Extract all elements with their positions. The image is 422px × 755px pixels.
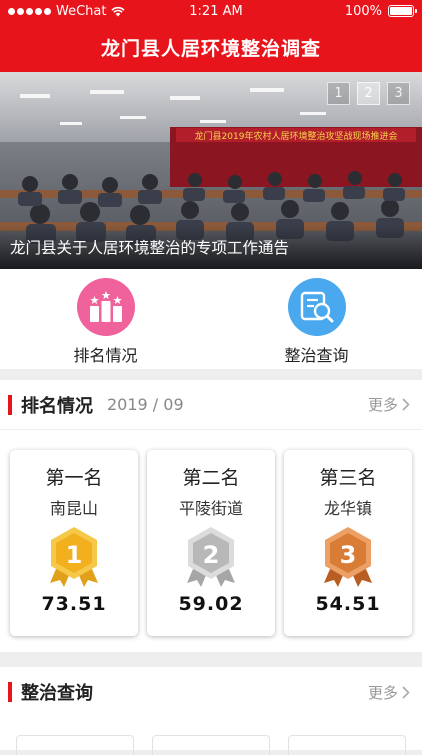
ranking-more-label: 更多: [367, 396, 398, 414]
quick-inquiry-button[interactable]: 整治查询: [211, 269, 422, 369]
pager-dot-2[interactable]: 2: [357, 82, 380, 105]
ranking-header: 排名情况 2019 / 09 更多: [0, 380, 422, 430]
page-title: 龙门县人居环境整治调查: [100, 37, 321, 60]
rank-score: 59.02: [178, 593, 244, 615]
section-accent-bar: [8, 682, 12, 702]
status-bar: WeChat 1:21 AM 100%: [0, 0, 422, 22]
pager-dot-1[interactable]: 1: [327, 82, 350, 105]
battery-icon: [388, 5, 417, 17]
ranking-cards: 第一名 南昆山 1 73.51 第二名 平陵街道 2 59.02 第三名 龙华镇…: [0, 430, 422, 636]
document-search-icon: [287, 278, 346, 336]
wifi-icon: [111, 6, 126, 16]
rank-score: 73.51: [41, 593, 107, 615]
rank-town: 龙华镇: [323, 499, 372, 518]
inquiry-more-label: 更多: [367, 683, 398, 702]
ranking-chart-icon: [76, 278, 135, 336]
medal-digit: 1: [66, 541, 83, 569]
inquiry-section: 整治查询 更多: [0, 667, 422, 755]
pager-dot-3[interactable]: 3: [387, 82, 410, 105]
inquiry-cards: [0, 717, 422, 755]
banner-caption[interactable]: 龙门县关于人居环境整治的专项工作通告: [0, 225, 422, 269]
rank-town: 平陵街道: [178, 499, 243, 518]
medal-digit: 3: [340, 541, 357, 569]
quick-ranking-button[interactable]: 排名情况: [0, 269, 211, 369]
chevron-right-icon: [402, 398, 410, 411]
inquiry-more-link[interactable]: 更多: [368, 682, 410, 703]
rank-card-3[interactable]: 第三名 龙华镇 3 54.51: [284, 450, 412, 636]
rank-title: 第二名: [182, 467, 240, 489]
quick-ranking-label: 排名情况: [73, 346, 138, 365]
ranking-date[interactable]: 2019 / 09: [107, 395, 184, 414]
rank-title: 第三名: [319, 467, 377, 489]
banner-carousel[interactable]: 龙门县2019年农村人居环境整治攻坚战现场推进会 1 2 3 龙门县关于人居环境…: [0, 72, 422, 269]
quick-inquiry-label: 整治查询: [284, 346, 349, 365]
clock: 1:21 AM: [189, 3, 243, 19]
inquiry-card[interactable]: [288, 735, 406, 755]
ranking-more-link[interactable]: 更多: [368, 394, 410, 415]
section-accent-bar: [8, 394, 12, 415]
rank-town: 南昆山: [49, 499, 98, 518]
carousel-pager: 1 2 3: [327, 82, 410, 105]
banner-slogan: 龙门县2019年农村人居环境整治攻坚战现场推进会: [195, 130, 398, 142]
inquiry-card[interactable]: [152, 735, 270, 755]
gold-medal-icon: 1: [50, 527, 98, 587]
rank-title: 第一名: [45, 467, 103, 489]
chevron-right-icon: [402, 685, 410, 699]
inquiry-header: 整治查询 更多: [0, 667, 422, 717]
inquiry-title: 整治查询: [21, 683, 93, 704]
nav-bar: 龙门县人居环境整治调查: [0, 22, 422, 72]
rank-card-2[interactable]: 第二名 平陵街道 2 59.02: [147, 450, 275, 636]
rank-score: 54.51: [315, 593, 381, 615]
silver-medal-icon: 2: [187, 527, 235, 587]
quick-actions: 排名情况 整治查询: [0, 269, 422, 369]
signal-icon: [8, 7, 51, 15]
bronze-medal-icon: 3: [324, 527, 372, 587]
ranking-section: 排名情况 2019 / 09 更多 第一名 南昆山 1 73.51 第二名 平陵…: [0, 380, 422, 652]
ranking-title: 排名情况: [21, 395, 93, 417]
rank-card-1[interactable]: 第一名 南昆山 1 73.51: [10, 450, 138, 636]
battery-percent: 100%: [344, 3, 382, 19]
medal-digit: 2: [203, 541, 220, 569]
carrier-label: WeChat: [56, 3, 107, 19]
inquiry-card[interactable]: [16, 735, 134, 755]
